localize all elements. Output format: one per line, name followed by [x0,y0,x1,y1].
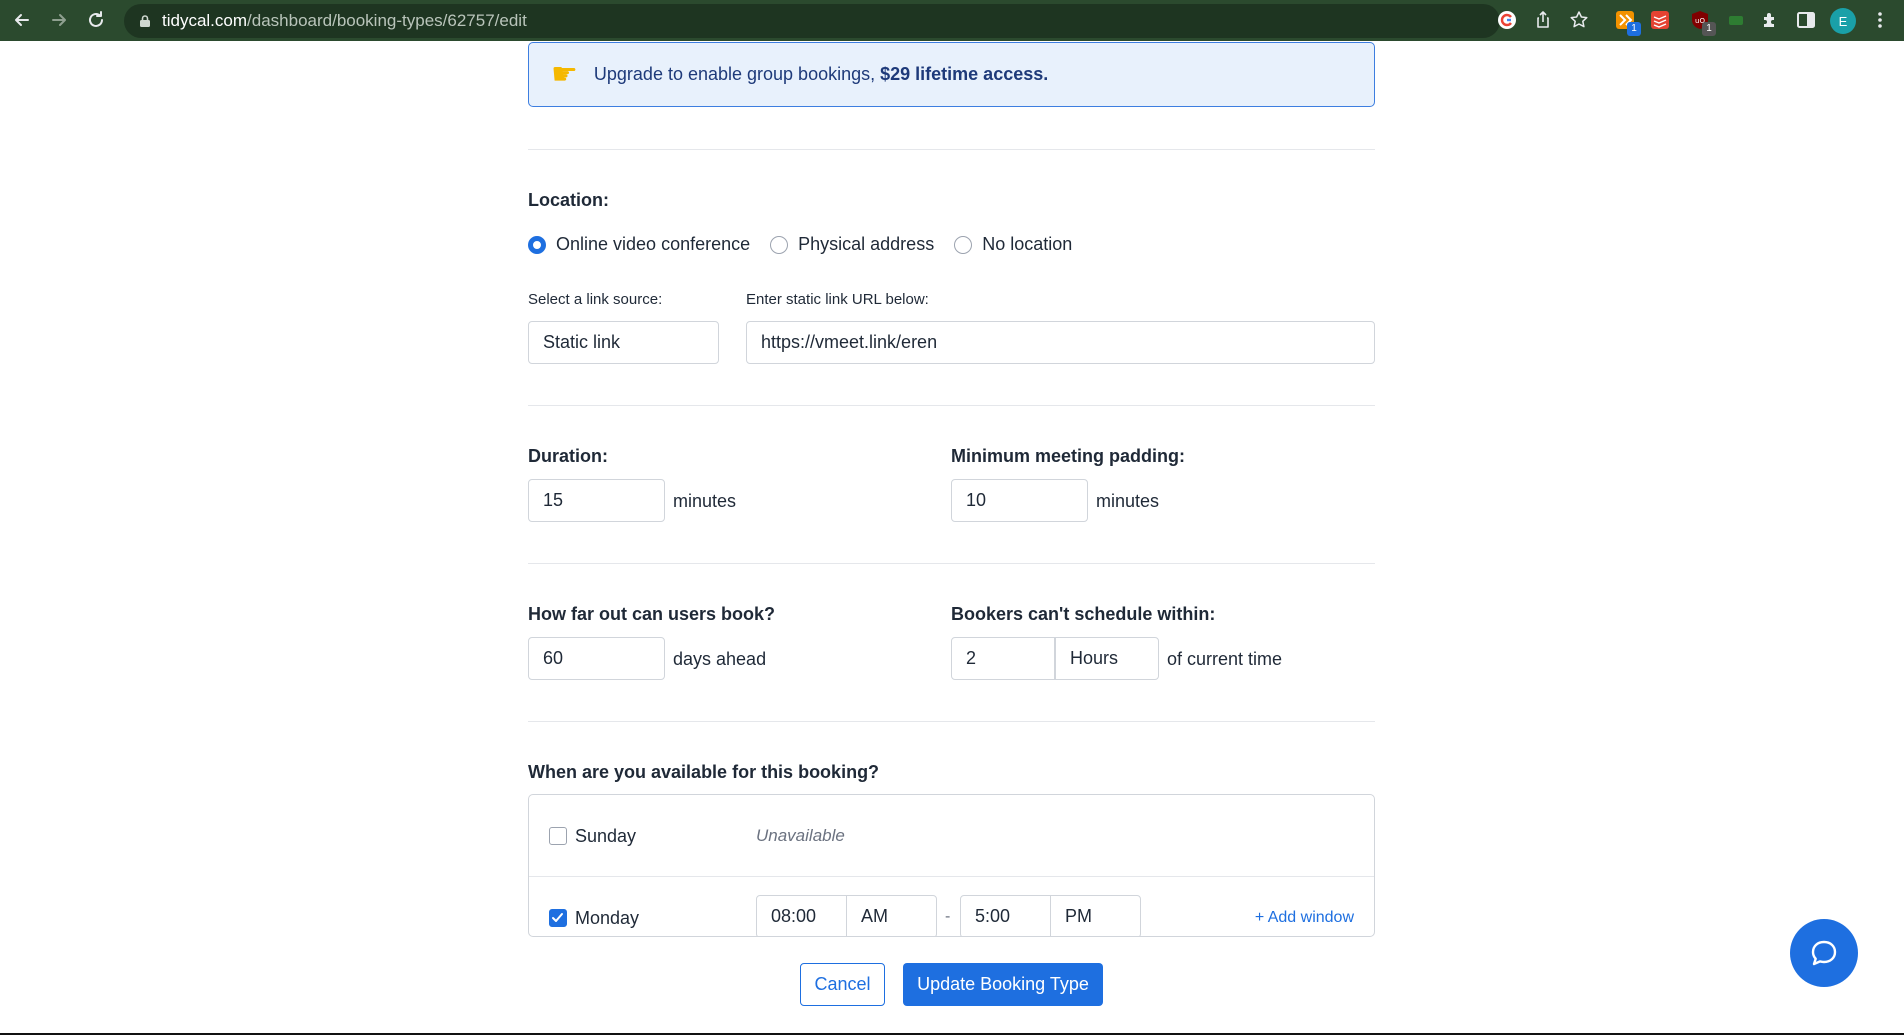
availability-title: When are you available for this booking? [528,762,880,782]
checkbox-sunday[interactable] [549,827,567,845]
extension-badge-2: 1 [1702,22,1716,36]
link-source-select[interactable]: Static link [528,321,719,364]
link-source-label: Select a link source: [528,291,663,308]
google-icon [1498,11,1516,29]
extension-badge: 1 [1627,22,1641,36]
check-icon [552,913,563,922]
add-window-link[interactable]: + Add window [1255,909,1354,927]
location-title: Location: [528,190,609,210]
start-period-select[interactable]: AM [846,895,937,936]
browser-toolbar: tidycal.com/dashboard/booking-types/6275… [0,0,1904,41]
forward-button[interactable] [41,2,77,38]
star-icon [1570,11,1588,28]
notice-suffix: of current time [1167,649,1283,669]
checkbox-monday[interactable] [549,909,567,927]
menu-icon [1878,12,1882,28]
notice-unit-select[interactable]: Hours [1055,637,1159,680]
profile-initial: E [1838,13,1848,29]
browser-menu-button[interactable] [1868,8,1892,32]
lock-icon [140,15,150,27]
static-url-label: Enter static link URL below: [746,291,929,308]
availability-table: Sunday Unavailable Monday 08:00 AM - 5:0… [528,794,1375,937]
back-button[interactable] [4,2,40,38]
share-icon [1537,11,1549,28]
extension-green[interactable] [1724,8,1748,32]
end-time-input[interactable]: 5:00 [960,895,1051,936]
radio-physical-address-label[interactable]: Physical address [798,234,934,255]
todoist-icon [1651,11,1669,29]
radio-online-video[interactable] [528,235,546,254]
reload-button[interactable] [78,2,114,38]
extensions-menu-button[interactable] [1758,8,1782,32]
cancel-button[interactable]: Cancel [800,963,885,1006]
duration-input[interactable]: 15 [528,479,665,522]
upgrade-text: Upgrade to enable group bookings, [593,64,876,84]
extension-orange[interactable]: 1 [1613,8,1641,36]
url-host: tidycal.com [162,11,248,30]
radio-online-video-label[interactable]: Online video conference [556,234,750,255]
extension-todoist[interactable] [1648,8,1672,32]
profile-avatar[interactable]: E [1830,8,1856,34]
side-panel-button[interactable] [1794,8,1818,32]
address-bar[interactable]: tidycal.com/dashboard/booking-types/6275… [124,4,1500,38]
booking-window-unit: days ahead [673,649,767,669]
hand-pointing-icon: ☛ [551,58,578,91]
day-name-monday: Monday [575,908,640,928]
static-url-input[interactable]: https://vmeet.link/eren [746,321,1375,364]
upgrade-price: $29 lifetime access. [880,64,1049,84]
extension-icon [1764,13,1774,27]
day-name-sunday: Sunday [575,826,637,846]
padding-input[interactable]: 10 [951,479,1088,522]
sidebar-icon [1797,12,1815,28]
chat-icon [1811,940,1837,966]
divider [528,721,1375,722]
url-path: /dashboard/booking-types/62757/edit [247,11,527,30]
location-options: Online video conference Physical address… [528,234,1092,255]
radio-no-location-label[interactable]: No location [982,234,1072,255]
radio-no-location[interactable] [954,235,973,254]
booking-window-title: How far out can users book? [528,604,776,624]
forward-icon [52,14,66,26]
reload-icon [89,11,103,27]
time-separator: - [945,908,951,925]
update-booking-type-button[interactable]: Update Booking Type [903,963,1103,1006]
padding-unit: minutes [1096,491,1160,511]
divider [528,405,1375,406]
booking-window-input[interactable]: 60 [528,637,665,680]
day-row-sunday: Sunday Unavailable [529,795,1374,877]
end-period-select[interactable]: PM [1050,895,1141,936]
day-row-monday: Monday 08:00 AM - 5:00 PM + Add window [529,877,1374,936]
start-time-input[interactable]: 08:00 [756,895,847,936]
back-icon [15,14,29,26]
chat-widget-button[interactable] [1790,919,1858,987]
duration-unit: minutes [673,491,737,511]
notice-input[interactable]: 2 [951,637,1055,680]
share-button[interactable] [1531,8,1555,32]
radio-physical-address[interactable] [770,235,789,254]
notice-title: Bookers can't schedule within: [951,604,1216,624]
extension-green-icon [1729,16,1743,25]
padding-title: Minimum meeting padding: [951,446,1185,466]
upgrade-banner[interactable]: ☛ Upgrade to enable group bookings, $29 … [528,42,1375,107]
google-extension[interactable] [1495,8,1519,32]
divider [528,563,1375,564]
duration-title: Duration: [528,446,608,466]
unavailable-label: Unavailable [756,826,845,845]
divider [528,149,1375,150]
bookmark-button[interactable] [1567,8,1591,32]
extension-ublock[interactable]: uO 1 [1688,8,1716,36]
